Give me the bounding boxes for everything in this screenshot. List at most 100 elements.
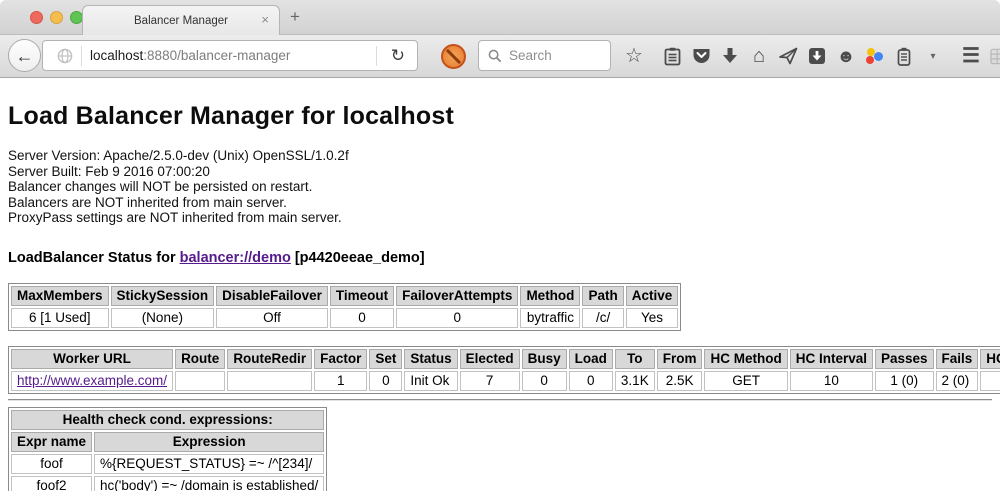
overflow-caret-icon[interactable]: ▾: [923, 43, 943, 69]
save-page-icon[interactable]: [807, 43, 827, 69]
cell-disablefailover: Off: [216, 308, 328, 328]
page-content: Load Balancer Manager for localhost Serv…: [0, 78, 1000, 491]
table-header-row: Worker URL Route RouteRedir Factor Set S…: [11, 349, 1000, 369]
server-version-line: Server Version: Apache/2.5.0-dev (Unix) …: [8, 148, 992, 164]
cell-hc-method: GET: [704, 371, 787, 391]
server-built-line: Server Built: Feb 9 2016 07:00:20: [8, 164, 992, 180]
search-placeholder: Search: [509, 48, 552, 63]
col-header: StickySession: [111, 286, 215, 306]
col-header: Active: [626, 286, 679, 306]
balancer-heading-prefix: LoadBalancer Status for: [8, 250, 180, 266]
blue-dot: [874, 52, 883, 61]
search-icon: [488, 49, 502, 63]
feedback-smiley-icon[interactable]: ☻: [836, 43, 856, 69]
col-header: Route: [175, 349, 225, 369]
url-text: localhost:8880/balancer-manager: [90, 48, 368, 63]
cell-busy: 0: [522, 371, 567, 391]
tab-close-icon[interactable]: ×: [261, 12, 269, 28]
search-bar[interactable]: Search: [478, 40, 611, 71]
health-table-title: Health check cond. expressions:: [11, 410, 324, 430]
toolbar-icons: ☆ ⌂ ☻ ▾ ☰: [624, 35, 1000, 77]
col-header: RouteRedir: [227, 349, 312, 369]
col-header: HC uri: [980, 349, 1000, 369]
red-dot: [866, 56, 874, 64]
navigation-toolbar: ← localhost:8880/balancer-manager ↻ Sear…: [0, 35, 1000, 78]
col-header: Fails: [936, 349, 979, 369]
tab-title: Balancer Manager: [134, 15, 228, 27]
balancer-demo-link[interactable]: balancer://demo: [180, 250, 291, 266]
worker-row: http://www.example.com/ 1 0 Init Ok 7 0 …: [11, 371, 1000, 391]
cell-route: [175, 371, 225, 391]
col-header: DisableFailover: [216, 286, 328, 306]
cell-expr-name: foof: [11, 454, 92, 474]
table-row: 6 [1 Used] (None) Off 0 0 bytraffic /c/ …: [11, 308, 678, 328]
note-inherit-line: Balancers are NOT inherited from main se…: [8, 195, 992, 211]
menu-hamburger-icon[interactable]: ☰: [961, 43, 981, 69]
blocker-slash-icon: [446, 49, 462, 65]
col-header: Set: [369, 349, 402, 369]
col-header: Expression: [94, 432, 324, 452]
cell-hc-interval: 10: [790, 371, 873, 391]
note-persist-line: Balancer changes will NOT be persisted o…: [8, 179, 992, 195]
col-header: Passes: [875, 349, 934, 369]
bookmark-star-icon[interactable]: ☆: [624, 43, 644, 69]
cell-worker-url: http://www.example.com/: [11, 371, 173, 391]
balancer-params-table: MaxMembers StickySession DisableFailover…: [8, 283, 681, 331]
cell-routeredir: [227, 371, 312, 391]
cell-method: bytraffic: [520, 308, 580, 328]
cell-load: 0: [569, 371, 613, 391]
reading-list-icon[interactable]: [662, 43, 682, 69]
new-tab-button[interactable]: +: [290, 7, 300, 27]
cell-stickysession: (None): [111, 308, 215, 328]
col-header: Busy: [522, 349, 567, 369]
colored-dots-extension-icon[interactable]: [865, 47, 885, 65]
col-header: Method: [520, 286, 580, 306]
url-bar[interactable]: localhost:8880/balancer-manager ↻: [42, 40, 418, 71]
page-title: Load Balancer Manager for localhost: [8, 78, 992, 131]
worker-url-link[interactable]: http://www.example.com/: [17, 373, 167, 388]
col-header: Status: [404, 349, 457, 369]
cell-to: 3.1K: [615, 371, 655, 391]
col-header: To: [615, 349, 655, 369]
back-icon: ←: [16, 47, 34, 65]
section-divider: [8, 399, 992, 401]
downloads-icon[interactable]: [720, 43, 740, 69]
note-proxypass-line: ProxyPass settings are NOT inherited fro…: [8, 210, 992, 226]
balancer-heading-suffix: [p4420eeae_demo]: [291, 250, 425, 266]
cell-fails: 2 (0): [936, 371, 979, 391]
cell-expr-name: foof2: [11, 476, 92, 491]
cell-expression: %{REQUEST_STATUS} =~ /^[234]/: [94, 454, 324, 474]
health-check-table: Health check cond. expressions: Expr nam…: [8, 407, 327, 491]
site-identity-globe-icon: [57, 48, 73, 64]
cell-timeout: 0: [330, 308, 394, 328]
tab-strip: Balancer Manager × +: [0, 0, 1000, 35]
back-button[interactable]: ←: [8, 39, 41, 72]
col-header: Worker URL: [11, 349, 173, 369]
cell-set: 0: [369, 371, 402, 391]
browser-window: Balancer Manager × + ← localhost:8880/ba…: [0, 0, 1000, 491]
battery-extension-icon[interactable]: [894, 43, 914, 69]
home-icon[interactable]: ⌂: [749, 43, 769, 69]
cell-passes: 1 (0): [875, 371, 934, 391]
urlbar-separator: [81, 46, 82, 66]
workers-table: Worker URL Route RouteRedir Factor Set S…: [8, 346, 1000, 394]
health-title-row: Health check cond. expressions:: [11, 410, 324, 430]
balancer-heading: LoadBalancer Status for balancer://demo …: [8, 250, 992, 266]
table-row: foof2 hc('body') =~ /domain is establish…: [11, 476, 324, 491]
window-minimize-button[interactable]: [50, 11, 63, 24]
window-close-button[interactable]: [30, 11, 43, 24]
tab-groups-icon[interactable]: [990, 43, 1000, 69]
reload-button[interactable]: ↻: [385, 46, 411, 66]
cell-expression: hc('body') =~ /domain is established/: [94, 476, 324, 491]
col-header: Factor: [314, 349, 367, 369]
tab-balancer-manager[interactable]: Balancer Manager ×: [82, 5, 280, 35]
pocket-icon[interactable]: [691, 43, 711, 69]
content-blocker-icon[interactable]: [441, 44, 466, 69]
send-plane-icon[interactable]: [778, 43, 798, 69]
urlbar-separator-2: [376, 46, 377, 66]
col-header: Path: [582, 286, 623, 306]
cell-path: /c/: [582, 308, 623, 328]
table-header-row: MaxMembers StickySession DisableFailover…: [11, 286, 678, 306]
cell-hc-uri: [980, 371, 1000, 391]
cell-factor: 1: [314, 371, 367, 391]
